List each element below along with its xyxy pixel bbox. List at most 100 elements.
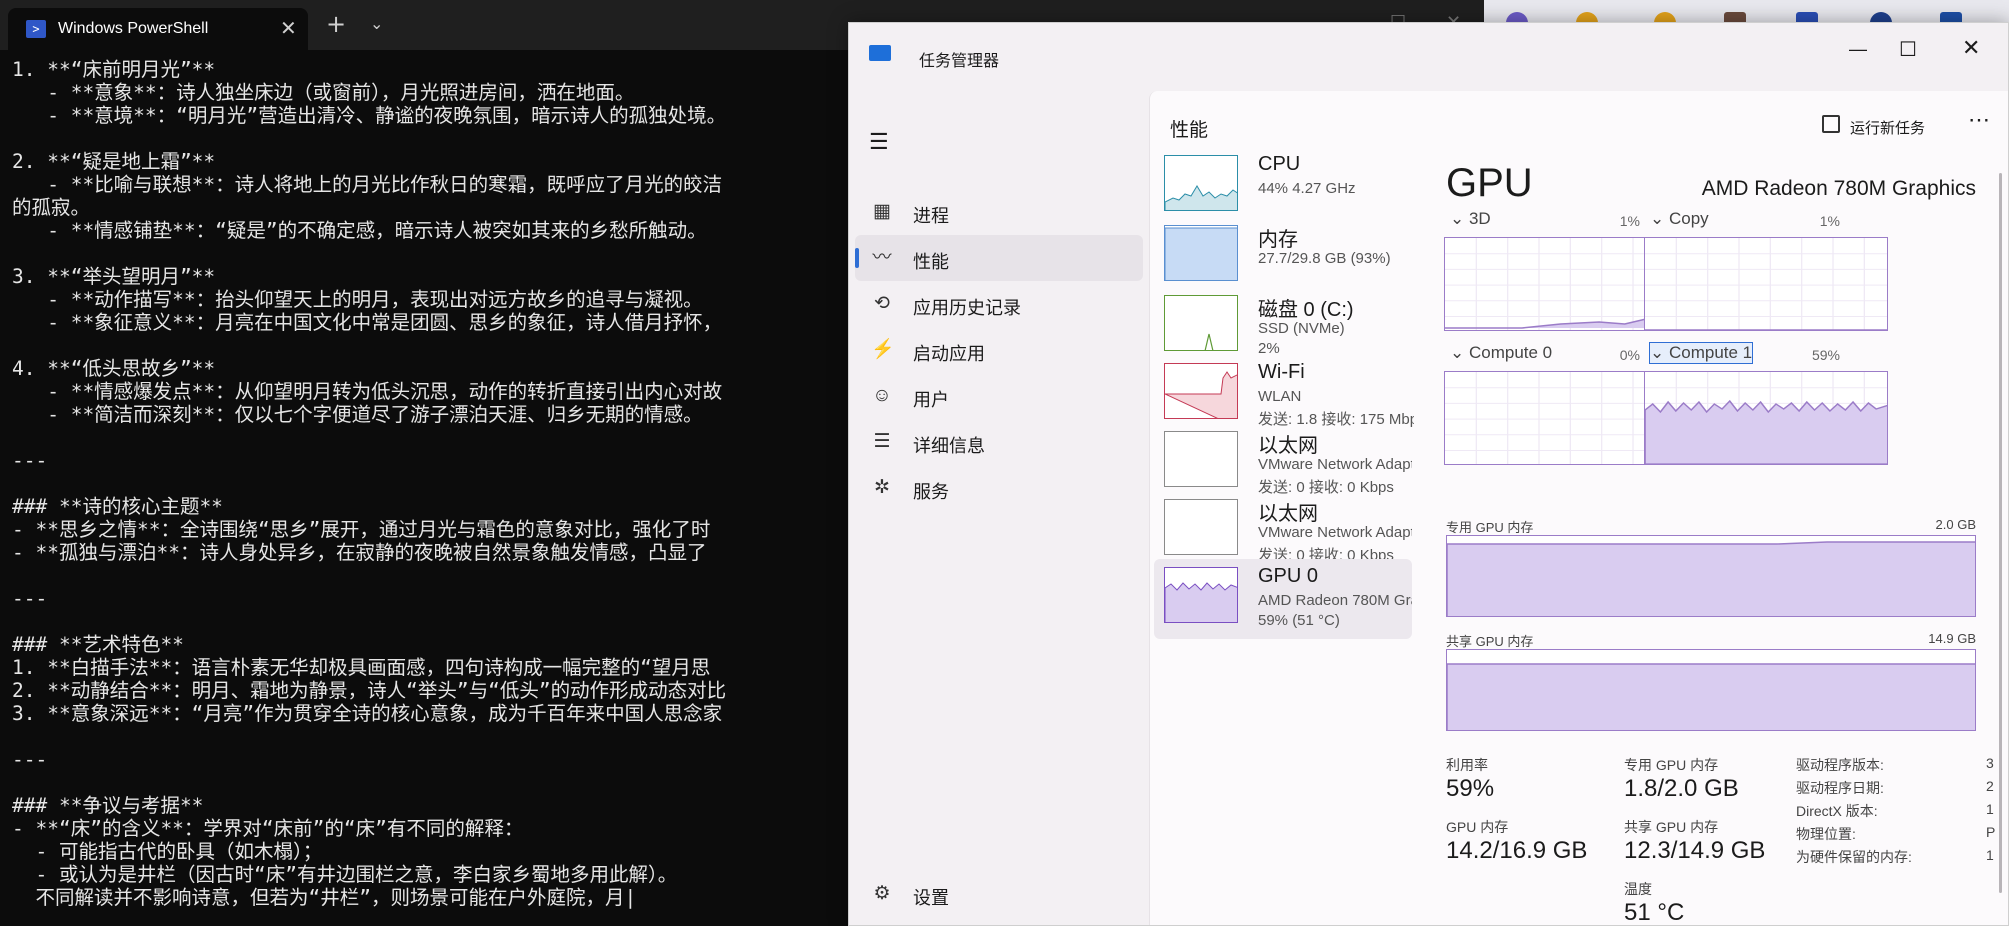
minimize-icon[interactable]: — bbox=[1849, 39, 1867, 60]
dedicated-memory-chart bbox=[1447, 541, 1975, 616]
device-item[interactable]: CPU 44% 4.27 GHz bbox=[1154, 147, 1412, 227]
terminal-line: - **“床”的含义**：学界对“床前”的“床”有不同的解释： bbox=[12, 817, 524, 840]
engine-selector-compute-1[interactable]: ⌄ Compute 1 bbox=[1648, 342, 1754, 364]
terminal-line: ### **诗的核心主题** bbox=[12, 495, 223, 518]
engine-graph bbox=[1644, 371, 1888, 465]
terminal-line: 2. **动静结合**：明月、霜地为静景，诗人“举头”与“低头”的动作形成动态对… bbox=[12, 679, 727, 702]
property-label: 驱动程序版本: bbox=[1796, 757, 1884, 773]
sidebar-item-processes[interactable]: ▦ 进程 bbox=[855, 189, 1143, 235]
terminal-line: 2. **“疑是地上霜”** bbox=[12, 150, 216, 173]
tab-close-icon[interactable]: ✕ bbox=[280, 16, 297, 40]
engine-selector-copy[interactable]: ⌄ Copy bbox=[1650, 209, 1709, 229]
sidebar-item-label: 设置 bbox=[913, 888, 949, 908]
terminal-line: - **情感爆发点**：从仰望明月转为低头沉思，动作的转折直接引出内心对故 bbox=[12, 380, 723, 403]
shared-memory-graph bbox=[1446, 649, 1976, 731]
device-detail: VMware Network Adapter bbox=[1258, 456, 1412, 473]
startup-apps-icon: ⚡ bbox=[871, 339, 895, 360]
services-icon: ✲ bbox=[874, 477, 890, 498]
device-item[interactable]: 内存 27.7/29.8 GB (93%) bbox=[1154, 217, 1412, 297]
property-value: 1 bbox=[1986, 801, 1994, 817]
terminal-line: ### **争议与考据** bbox=[12, 794, 204, 817]
tab-title: Windows PowerShell bbox=[58, 20, 209, 37]
sidebar-item-details[interactable]: ☰ 详细信息 bbox=[855, 419, 1143, 465]
shared-memory-stat-label: 共享 GPU 内存 bbox=[1624, 819, 1719, 835]
temperature-value: 51 °C bbox=[1624, 899, 1685, 926]
run-new-task-button[interactable]: 运行新任务 bbox=[1822, 109, 1972, 141]
device-detail: VMware Network Adapter bbox=[1258, 524, 1412, 541]
sidebar-item-startup-apps[interactable]: ⚡ 启动应用 bbox=[855, 327, 1143, 373]
terminal-line: 3. **意象深远**：“月亮”作为贯穿全诗的核心意象，成为千百年来中国人思念家 bbox=[12, 702, 723, 725]
new-tab-icon[interactable]: + bbox=[326, 12, 346, 36]
shared-memory-label: 共享 GPU 内存 bbox=[1446, 634, 1534, 649]
chevron-down-icon: ⌄ bbox=[1650, 209, 1669, 228]
performance-panel: 性能 运行新任务 ⋯ CPU 44% 4.27 GHz 内存 27.7/29.8 GB… bbox=[1149, 91, 2008, 926]
shared-memory-chart bbox=[1447, 663, 1975, 730]
engine-name: Compute 1 bbox=[1668, 343, 1753, 362]
shared-memory-stat-value: 12.3/14.9 GB bbox=[1624, 837, 1766, 864]
hamburger-menu-icon[interactable]: ☰ bbox=[869, 129, 889, 155]
property-label: DirectX 版本: bbox=[1796, 803, 1878, 819]
sidebar-item-app-history[interactable]: ⟲ 应用历史记录 bbox=[855, 281, 1143, 327]
maximize-icon[interactable]: ☐ bbox=[1899, 37, 1917, 62]
device-thumbnail-graph bbox=[1164, 363, 1238, 419]
gpu-heading: GPU bbox=[1446, 161, 1533, 205]
engine-percent: 1% bbox=[1819, 213, 1840, 229]
device-thumbnail-graph bbox=[1164, 567, 1238, 623]
device-thumbnail-graph bbox=[1164, 431, 1238, 487]
device-item[interactable]: GPU 0 AMD Radeon 780M Graphics 59% (51 °C) bbox=[1154, 559, 1412, 639]
property-value: 1 bbox=[1986, 847, 1994, 863]
utilization-label: 利用率 bbox=[1446, 757, 1488, 773]
dedicated-memory-label: 专用 GPU 内存 bbox=[1446, 520, 1534, 535]
device-thumbnail-graph bbox=[1164, 225, 1238, 281]
chevron-down-icon[interactable]: ⌄ bbox=[370, 14, 383, 33]
sidebar-item-label: 性能 bbox=[913, 252, 949, 272]
device-detail: 44% 4.27 GHz bbox=[1258, 180, 1356, 197]
task-manager-window: 任务管理器 — ☐ ✕ ☰ ▦ 进程〰 性能 ⟲ 应用历史记录 ⚡ 启动应用 ☺ 用户 ☰ 详细信息… bbox=[848, 22, 2009, 926]
close-icon[interactable]: ✕ bbox=[1962, 35, 1980, 61]
device-detail: 27.7/29.8 GB (93%) bbox=[1258, 250, 1391, 267]
powershell-icon: > bbox=[26, 20, 46, 38]
terminal-line: ### **艺术特色** bbox=[12, 633, 184, 656]
sidebar-item-label: 详细信息 bbox=[913, 436, 985, 456]
run-task-icon bbox=[1822, 115, 1840, 133]
page-title: 性能 bbox=[1170, 120, 1209, 141]
powershell-tab[interactable]: > Windows PowerShell ✕ bbox=[8, 8, 308, 50]
device-name: 以太网 bbox=[1258, 503, 1318, 525]
device-thumbnail-graph bbox=[1164, 295, 1238, 351]
device-name: GPU 0 bbox=[1258, 565, 1319, 587]
sidebar-item-users[interactable]: ☺ 用户 bbox=[855, 373, 1143, 419]
gear-icon: ⚙ bbox=[873, 883, 891, 904]
device-subdetail: 59% (51 °C) bbox=[1258, 612, 1340, 629]
engine-percent: 0% bbox=[1619, 347, 1640, 363]
terminal-line: 4. **“低头思故乡”** bbox=[12, 357, 216, 380]
scrollbar[interactable] bbox=[1999, 173, 2002, 893]
terminal-line: --- bbox=[12, 748, 48, 771]
sidebar-item-services[interactable]: ✲ 服务 bbox=[855, 465, 1143, 511]
chevron-down-icon: ⌄ bbox=[1450, 209, 1469, 228]
terminal-output[interactable]: 1. **“床前明月光”** - **意象**：诗人独坐床边（或窗前），月光照进… bbox=[0, 58, 860, 920]
sidebar: ☰ ▦ 进程〰 性能 ⟲ 应用历史记录 ⚡ 启动应用 ☺ 用户 ☰ 详细信息 ✲ 服务 ⚙ 设置 bbox=[849, 93, 1149, 925]
engine-name: 3D bbox=[1468, 209, 1491, 228]
engine-selector-3d[interactable]: ⌄ 3D bbox=[1450, 209, 1491, 229]
engine-name: Copy bbox=[1668, 209, 1709, 228]
sidebar-item-settings[interactable]: ⚙ 设置 bbox=[855, 871, 1143, 917]
device-thumbnail-graph bbox=[1164, 155, 1238, 211]
dedicated-memory-stat-value: 1.8/2.0 GB bbox=[1624, 775, 1739, 802]
processes-icon: ▦ bbox=[873, 201, 891, 222]
device-name: 磁盘 0 (C:) bbox=[1258, 299, 1354, 321]
sidebar-item-performance[interactable]: 〰 性能 bbox=[855, 235, 1143, 281]
engine-percent: 1% bbox=[1619, 213, 1640, 229]
property-value: 2 bbox=[1986, 778, 1994, 794]
sidebar-item-label: 用户 bbox=[913, 390, 949, 410]
engine-selector-compute-0[interactable]: ⌄ Compute 0 bbox=[1450, 343, 1552, 363]
device-name: CPU bbox=[1258, 153, 1301, 175]
engine-percent: 59% bbox=[1811, 347, 1840, 363]
terminal-line: 1. **“床前明月光”** bbox=[12, 58, 216, 81]
temperature-label: 温度 bbox=[1624, 881, 1652, 897]
more-options-icon[interactable]: ⋯ bbox=[1968, 107, 1991, 133]
